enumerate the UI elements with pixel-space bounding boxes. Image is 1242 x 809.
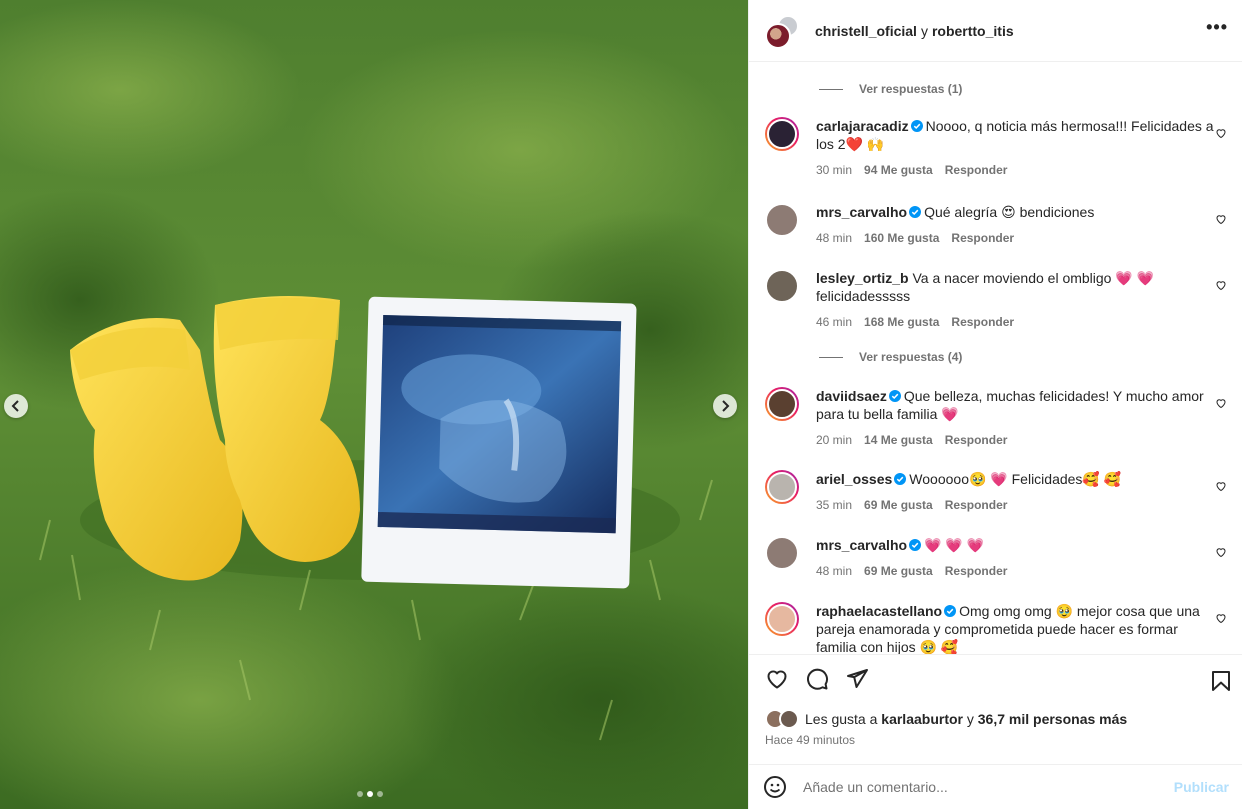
post-side-panel: christell_oficial y robertto_itis ••• Ver … <box>748 0 1242 809</box>
comment-like-heart-icon[interactable] <box>1215 213 1227 225</box>
collab-avatars[interactable] <box>763 11 803 51</box>
verified-badge-icon <box>909 206 922 218</box>
reply-button[interactable]: Responder <box>945 562 1008 580</box>
reply-button[interactable]: Responder <box>945 496 1008 514</box>
likes-prefix: Les gusta a <box>805 711 878 727</box>
comment-like-heart-icon[interactable] <box>1215 397 1227 409</box>
verified-badge-icon <box>888 390 901 402</box>
comment-likes[interactable]: 168 Me gusta <box>864 313 939 331</box>
comment-text: Qué alegría 😍 bendiciones <box>924 204 1095 220</box>
share-icon[interactable] <box>845 667 869 691</box>
avatar[interactable] <box>765 387 799 421</box>
divider <box>819 88 843 90</box>
view-replies-button[interactable]: Ver respuestas (1) <box>819 82 962 96</box>
divider <box>819 356 843 358</box>
verified-badge-icon <box>944 605 957 617</box>
comment-username[interactable]: carlajaracadiz <box>816 118 909 134</box>
comment-username[interactable]: ariel_osses <box>816 471 892 487</box>
carousel-prev-button[interactable] <box>4 394 28 418</box>
carousel-dot <box>357 791 363 797</box>
avatar[interactable] <box>765 602 799 636</box>
emoji-icon[interactable] <box>763 775 787 799</box>
reply-button[interactable]: Responder <box>945 161 1008 179</box>
comment-like-heart-icon[interactable] <box>1215 127 1227 139</box>
more-horizontal-icon[interactable]: ••• <box>1206 18 1228 36</box>
verified-badge-icon <box>894 473 907 485</box>
comment-likes[interactable]: 69 Me gusta <box>864 496 933 514</box>
comment-time: 48 min <box>816 231 853 245</box>
comment-text: 💗 💗 💗 <box>924 537 985 553</box>
likes-count-link[interactable]: 36,7 mil personas más <box>978 711 1127 727</box>
publish-button[interactable]: Publicar <box>1174 779 1229 795</box>
avatar[interactable] <box>765 536 799 570</box>
post-photo <box>0 0 748 809</box>
comment-likes[interactable]: 69 Me gusta <box>864 562 933 580</box>
avatar[interactable] <box>765 470 799 504</box>
view-replies-label: Ver respuestas (4) <box>859 350 963 364</box>
liker-avatars <box>765 709 801 729</box>
bookmark-icon[interactable] <box>1209 669 1233 693</box>
comment-time: 35 min <box>816 498 853 512</box>
comment-username[interactable]: lesley_ortiz_b <box>816 270 909 286</box>
author-link[interactable]: christell_oficial <box>815 23 917 39</box>
carousel-next-button[interactable] <box>713 394 737 418</box>
comment-like-heart-icon[interactable] <box>1215 546 1227 558</box>
verified-badge-icon <box>909 539 922 551</box>
comment-likes[interactable]: 94 Me gusta <box>864 161 933 179</box>
post-media <box>0 0 748 809</box>
comment-username[interactable]: mrs_carvalho <box>816 204 907 220</box>
carousel-dot <box>377 791 383 797</box>
comments-list: Ver respuestas (1) carlajaracadiz Noooo, … <box>749 62 1242 654</box>
avatar[interactable] <box>765 269 799 303</box>
comment-username[interactable]: raphaelacastellano <box>816 603 942 619</box>
comment-text: Woooooo🥹 💗 Felicidades🥰 🥰 <box>909 471 1122 487</box>
comment-username[interactable]: daviidsaez <box>816 388 887 404</box>
comment-time: 30 min <box>816 163 853 177</box>
heart-icon[interactable] <box>765 667 789 691</box>
avatar <box>765 22 791 49</box>
comment-likes[interactable]: 14 Me gusta <box>864 431 933 449</box>
comment-time: 48 min <box>816 564 853 578</box>
chevron-left-icon <box>11 400 19 412</box>
comment-username[interactable]: mrs_carvalho <box>816 537 907 553</box>
comment-like-heart-icon[interactable] <box>1215 480 1227 492</box>
chevron-right-icon <box>722 400 730 412</box>
avatar[interactable] <box>765 117 799 151</box>
comment-like-heart-icon[interactable] <box>1215 612 1227 624</box>
add-comment-bar: Publicar <box>749 764 1242 809</box>
reply-button[interactable]: Responder <box>951 229 1014 247</box>
post-time[interactable]: Hace 49 minutos <box>765 733 855 747</box>
comment-likes[interactable]: 160 Me gusta <box>864 229 939 247</box>
reply-button[interactable]: Responder <box>945 431 1008 449</box>
reply-button[interactable]: Responder <box>951 313 1014 331</box>
likes-user-link[interactable]: karlaaburtor <box>881 711 963 727</box>
comment-like-heart-icon[interactable] <box>1215 279 1227 291</box>
comment-time: 46 min <box>816 315 853 329</box>
carousel-indicator <box>357 791 383 797</box>
carousel-dot-active <box>367 791 373 797</box>
view-replies-button[interactable]: Ver respuestas (4) <box>819 350 962 364</box>
post-authors: christell_oficial y robertto_itis <box>815 23 1014 39</box>
comment-icon[interactable] <box>805 667 829 691</box>
ultrasound-photo <box>361 296 637 589</box>
post-header: christell_oficial y robertto_itis ••• <box>749 0 1242 62</box>
avatar <box>779 709 799 729</box>
author-separator: y <box>920 22 928 39</box>
avatar[interactable] <box>765 203 799 237</box>
view-replies-label: Ver respuestas (1) <box>859 82 963 96</box>
likes-summary: Les gusta a karlaaburtor y 36,7 mil pers… <box>765 709 1127 729</box>
author-link[interactable]: robertto_itis <box>932 23 1014 39</box>
post-actions: Les gusta a karlaaburtor y 36,7 mil pers… <box>749 654 1242 769</box>
comment-input[interactable] <box>803 779 1164 795</box>
verified-badge-icon <box>910 120 923 132</box>
comment-time: 20 min <box>816 433 853 447</box>
likes-conj: y <box>966 711 974 727</box>
